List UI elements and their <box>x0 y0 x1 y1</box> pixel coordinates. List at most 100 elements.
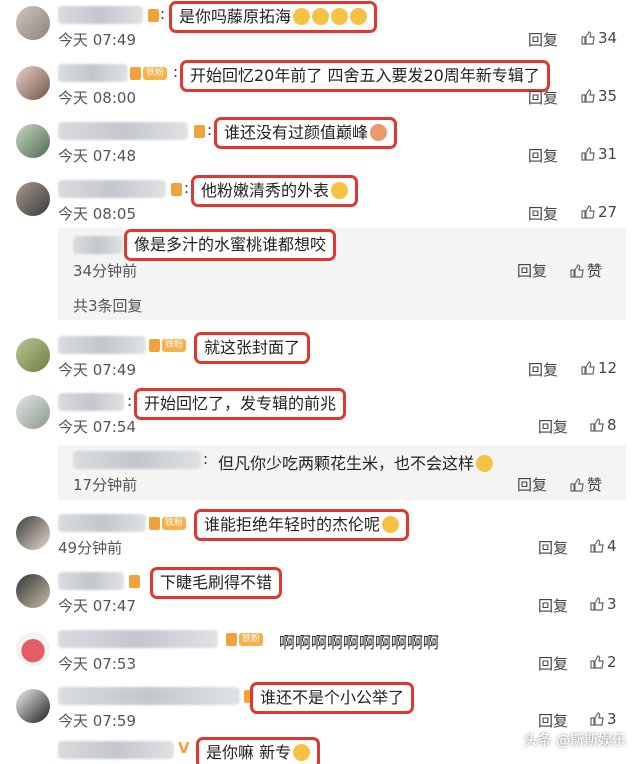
like-button[interactable]: 4 <box>590 537 617 555</box>
like-button[interactable]: 2 <box>590 653 617 671</box>
thumbs-up-icon <box>590 712 604 726</box>
comment: : 谁还没有过颜值巅峰 今天 07:48 回复 31 <box>0 116 640 172</box>
emoji-icon <box>331 182 349 199</box>
reply-button[interactable]: 回复 <box>538 416 568 437</box>
avatar[interactable] <box>16 6 50 40</box>
like-button[interactable]: 12 <box>581 359 617 377</box>
sub-reply-time: 17分钟前 <box>73 476 138 494</box>
like-button[interactable]: 35 <box>581 87 617 105</box>
like-button[interactable]: 27 <box>581 203 617 221</box>
watermark: 头条 @斯斯娱乐 <box>523 733 626 749</box>
avatar[interactable] <box>16 516 50 550</box>
comment-time: 49分钟前 <box>58 539 123 557</box>
vip-badge-icon <box>226 633 237 646</box>
thumbs-up-icon <box>590 597 604 611</box>
avatar[interactable] <box>16 689 50 723</box>
comment: : 他粉嫩清秀的外表 今天 08:05 回复 27 <box>0 174 640 230</box>
blurred-username <box>73 451 201 469</box>
comment-text: 是你嘛 新专 <box>196 737 321 764</box>
thumbs-up-icon <box>570 478 584 492</box>
reply-button[interactable]: 回复 <box>517 260 547 281</box>
colon: : <box>184 179 190 197</box>
like-button[interactable]: 31 <box>581 145 617 163</box>
like-count: 3 <box>607 710 617 728</box>
sub-reply-panel: : 但凡你少吃两颗花生米，也不会这样 17分钟前 回复 赞 <box>58 445 626 500</box>
fan-badge: 铁粉 <box>162 339 187 352</box>
reply-button[interactable]: 回复 <box>538 710 568 731</box>
vip-badge-icon <box>129 575 140 588</box>
sub-reply-text: 但凡你少吃两颗花生米，也不会这样 <box>218 450 494 474</box>
avatar[interactable] <box>16 338 50 372</box>
like-button[interactable]: 3 <box>590 595 617 613</box>
like-button[interactable]: 8 <box>590 416 617 434</box>
reply-button[interactable]: 回复 <box>538 653 568 674</box>
like-count: 8 <box>607 416 617 434</box>
reply-button[interactable]: 回复 <box>528 87 558 108</box>
reply-button[interactable]: 回复 <box>538 595 568 616</box>
colon: : <box>203 450 209 468</box>
like-button[interactable]: 3 <box>590 710 617 728</box>
comment: 下睫毛刷得不错 今天 07:47 回复 3 <box>0 566 640 622</box>
comment: 铁粉 谁能拒绝年轻时的杰伦呢 49分钟前 回复 4 <box>0 508 640 564</box>
blurred-username <box>58 630 218 648</box>
thumbs-up-icon <box>590 655 604 669</box>
like-count: 3 <box>607 595 617 613</box>
thumbs-up-icon <box>590 539 604 553</box>
comment-time: 今天 07:54 <box>58 418 136 436</box>
like-count: 31 <box>598 145 618 163</box>
comment-time: 今天 07:47 <box>58 597 136 615</box>
comment-time: 今天 07:48 <box>58 147 136 165</box>
emoji-icon <box>312 8 330 25</box>
reply-button[interactable]: 回复 <box>517 474 547 495</box>
comment-text: 开始回忆20年前了 四舍五入要发20周年新专辑了 <box>180 60 550 92</box>
verified-v-icon: V <box>178 739 190 757</box>
colon: : <box>207 121 213 139</box>
blurred-username <box>58 336 146 354</box>
reply-button[interactable]: 回复 <box>528 359 558 380</box>
more-replies-link[interactable]: 共3条回复 <box>73 295 143 316</box>
vip-badge-icon <box>149 517 160 530</box>
like-count: 4 <box>607 537 617 555</box>
comment: 铁粉 : 开始回忆20年前了 四舍五入要发20周年新专辑了 今天 08:00 回… <box>0 58 640 114</box>
avatar[interactable] <box>16 182 50 216</box>
thumbs-up-icon <box>581 361 595 375</box>
blurred-username <box>73 236 123 254</box>
colon: : <box>127 392 133 410</box>
thumbs-up-icon <box>581 147 595 161</box>
like-button[interactable]: 34 <box>581 29 617 47</box>
comment: 铁粉 就这张封面了 今天 07:49 回复 12 <box>0 330 640 386</box>
vip-badge-icon <box>148 9 159 22</box>
emoji-icon <box>382 516 400 533</box>
comment-time: 今天 07:59 <box>58 712 136 730</box>
reply-button[interactable]: 回复 <box>538 537 568 558</box>
like-button[interactable]: 赞 <box>570 474 602 495</box>
blurred-username <box>58 741 174 759</box>
comment-time: 今天 08:05 <box>58 205 136 223</box>
comment-text: 开始回忆了，发专辑的前兆 <box>134 388 347 420</box>
thumbs-up-icon <box>570 264 584 278</box>
avatar[interactable] <box>16 574 50 608</box>
avatar[interactable] <box>16 632 50 666</box>
like-button[interactable]: 赞 <box>570 260 602 281</box>
avatar[interactable] <box>16 395 50 429</box>
blurred-username <box>58 6 143 24</box>
emoji-icon <box>293 744 311 761</box>
sub-reply-text: 像是多汁的水蜜桃谁都想咬 <box>124 229 337 261</box>
reply-button[interactable]: 回复 <box>528 203 558 224</box>
blurred-username <box>58 122 188 140</box>
avatar[interactable] <box>16 66 50 100</box>
blurred-username <box>58 180 166 198</box>
avatar[interactable] <box>16 124 50 158</box>
comment-text: 谁还没有过颜值巅峰 <box>214 117 398 149</box>
emoji-icon <box>293 8 311 25</box>
comment: : 是你吗藤原拓海 今天 07:49 回复 34 <box>0 0 640 56</box>
reply-button[interactable]: 回复 <box>528 145 558 166</box>
reply-button[interactable]: 回复 <box>528 29 558 50</box>
comment-time: 今天 07:49 <box>58 361 136 379</box>
comment-time: 今天 08:00 <box>58 89 136 107</box>
thumbs-up-icon <box>581 89 595 103</box>
comment-time: 今天 07:49 <box>58 31 136 49</box>
blurred-username <box>58 572 124 590</box>
emoji-icon <box>331 8 349 25</box>
comment-text: 是你吗藤原拓海 <box>169 1 378 33</box>
